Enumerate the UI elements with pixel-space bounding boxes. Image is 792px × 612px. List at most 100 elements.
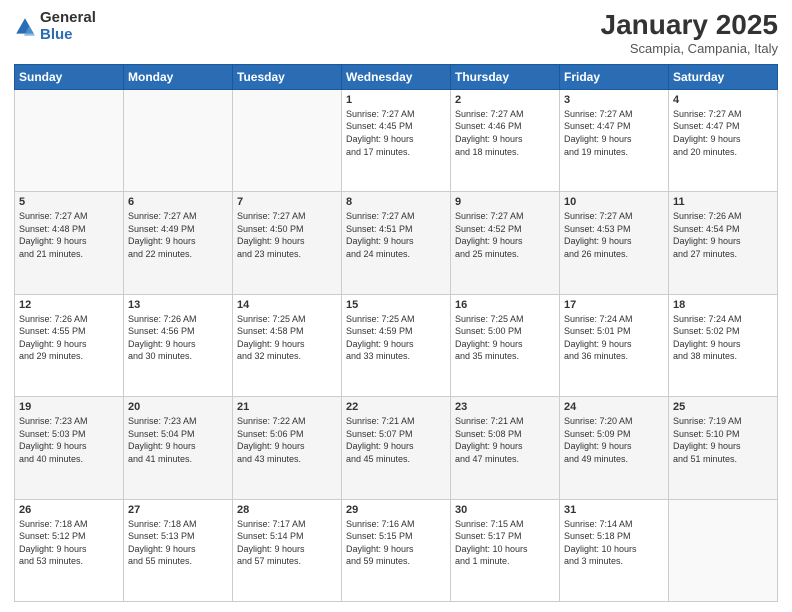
day-info: Sunrise: 7:24 AM Sunset: 5:01 PM Dayligh… [564, 313, 664, 363]
day-info: Sunrise: 7:17 AM Sunset: 5:14 PM Dayligh… [237, 518, 337, 568]
calendar-day-14: 14 Sunrise: 7:25 AM Sunset: 4:58 PM Dayli… [233, 294, 342, 396]
day-info: Sunrise: 7:27 AM Sunset: 4:45 PM Dayligh… [346, 108, 446, 158]
day-header-thursday: Thursday [451, 64, 560, 89]
day-info: Sunrise: 7:23 AM Sunset: 5:04 PM Dayligh… [128, 415, 228, 465]
day-info: Sunrise: 7:25 AM Sunset: 4:59 PM Dayligh… [346, 313, 446, 363]
calendar-day-24: 24 Sunrise: 7:20 AM Sunset: 5:09 PM Dayli… [560, 397, 669, 499]
month-title: January 2025 [601, 10, 778, 41]
day-info: Sunrise: 7:25 AM Sunset: 4:58 PM Dayligh… [237, 313, 337, 363]
day-number: 12 [19, 299, 119, 311]
day-info: Sunrise: 7:14 AM Sunset: 5:18 PM Dayligh… [564, 518, 664, 568]
day-info: Sunrise: 7:27 AM Sunset: 4:46 PM Dayligh… [455, 108, 555, 158]
day-info: Sunrise: 7:25 AM Sunset: 5:00 PM Dayligh… [455, 313, 555, 363]
calendar-day-8: 8 Sunrise: 7:27 AM Sunset: 4:51 PM Daylig… [342, 192, 451, 294]
calendar-day-21: 21 Sunrise: 7:22 AM Sunset: 5:06 PM Dayli… [233, 397, 342, 499]
calendar-day-15: 15 Sunrise: 7:25 AM Sunset: 4:59 PM Dayli… [342, 294, 451, 396]
calendar-day-26: 26Sunrise: 7:18 AM Sunset: 5:12 PM Dayli… [15, 499, 124, 601]
day-number: 25 [673, 401, 773, 413]
calendar-day-2: 2Sunrise: 7:27 AM Sunset: 4:46 PM Daylig… [451, 89, 560, 191]
day-info: Sunrise: 7:21 AM Sunset: 5:07 PM Dayligh… [346, 415, 446, 465]
day-number: 9 [455, 196, 555, 208]
calendar-day-4: 4 Sunrise: 7:27 AM Sunset: 4:47 PM Daylig… [669, 89, 778, 191]
day-info: Sunrise: 7:27 AM Sunset: 4:52 PM Dayligh… [455, 210, 555, 260]
day-info: Sunrise: 7:27 AM Sunset: 4:50 PM Dayligh… [237, 210, 337, 260]
day-number: 11 [673, 196, 773, 208]
logo-icon [14, 16, 36, 38]
calendar-day-16: 16 Sunrise: 7:25 AM Sunset: 5:00 PM Dayli… [451, 294, 560, 396]
day-number: 16 [455, 299, 555, 311]
calendar-day-23: 23 Sunrise: 7:21 AM Sunset: 5:08 PM Dayli… [451, 397, 560, 499]
day-info: Sunrise: 7:16 AM Sunset: 5:15 PM Dayligh… [346, 518, 446, 568]
calendar-empty-cell [124, 89, 233, 191]
day-number: 4 [673, 94, 773, 106]
day-number: 19 [19, 401, 119, 413]
day-info: Sunrise: 7:27 AM Sunset: 4:47 PM Dayligh… [564, 108, 664, 158]
calendar-week-3: 12Sunrise: 7:26 AM Sunset: 4:55 PM Dayli… [15, 294, 778, 396]
day-number: 8 [346, 196, 446, 208]
calendar-day-9: 9 Sunrise: 7:27 AM Sunset: 4:52 PM Daylig… [451, 192, 560, 294]
header: General Blue January 2025 Scampia, Campa… [14, 10, 778, 56]
calendar-day-19: 19 Sunrise: 7:23 AM Sunset: 5:03 PM Dayli… [15, 397, 124, 499]
calendar-week-1: 1 Sunrise: 7:27 AM Sunset: 4:45 PM Daylig… [15, 89, 778, 191]
day-header-tuesday: Tuesday [233, 64, 342, 89]
day-number: 22 [346, 401, 446, 413]
day-info: Sunrise: 7:19 AM Sunset: 5:10 PM Dayligh… [673, 415, 773, 465]
day-number: 18 [673, 299, 773, 311]
logo-blue: Blue [40, 27, 96, 44]
page: General Blue January 2025 Scampia, Campa… [0, 0, 792, 612]
calendar-day-6: 6 Sunrise: 7:27 AM Sunset: 4:49 PM Daylig… [124, 192, 233, 294]
day-info: Sunrise: 7:22 AM Sunset: 5:06 PM Dayligh… [237, 415, 337, 465]
calendar-empty-cell [15, 89, 124, 191]
day-number: 3 [564, 94, 664, 106]
calendar-empty-cell [669, 499, 778, 601]
day-number: 10 [564, 196, 664, 208]
calendar-day-30: 30Sunrise: 7:15 AM Sunset: 5:17 PM Dayli… [451, 499, 560, 601]
location-subtitle: Scampia, Campania, Italy [601, 41, 778, 56]
day-info: Sunrise: 7:27 AM Sunset: 4:51 PM Dayligh… [346, 210, 446, 260]
calendar-day-25: 25 Sunrise: 7:19 AM Sunset: 5:10 PM Dayli… [669, 397, 778, 499]
day-number: 21 [237, 401, 337, 413]
calendar-header-row: SundayMondayTuesdayWednesdayThursdayFrid… [15, 64, 778, 89]
day-header-friday: Friday [560, 64, 669, 89]
calendar-day-5: 5Sunrise: 7:27 AM Sunset: 4:48 PM Daylig… [15, 192, 124, 294]
day-info: Sunrise: 7:27 AM Sunset: 4:48 PM Dayligh… [19, 210, 119, 260]
day-number: 1 [346, 94, 446, 106]
day-info: Sunrise: 7:21 AM Sunset: 5:08 PM Dayligh… [455, 415, 555, 465]
day-number: 13 [128, 299, 228, 311]
calendar-day-10: 10 Sunrise: 7:27 AM Sunset: 4:53 PM Dayli… [560, 192, 669, 294]
day-info: Sunrise: 7:24 AM Sunset: 5:02 PM Dayligh… [673, 313, 773, 363]
day-info: Sunrise: 7:27 AM Sunset: 4:53 PM Dayligh… [564, 210, 664, 260]
calendar-day-20: 20 Sunrise: 7:23 AM Sunset: 5:04 PM Dayli… [124, 397, 233, 499]
calendar-week-2: 5Sunrise: 7:27 AM Sunset: 4:48 PM Daylig… [15, 192, 778, 294]
day-info: Sunrise: 7:20 AM Sunset: 5:09 PM Dayligh… [564, 415, 664, 465]
calendar-table: SundayMondayTuesdayWednesdayThursdayFrid… [14, 64, 778, 602]
calendar-day-27: 27 Sunrise: 7:18 AM Sunset: 5:13 PM Dayli… [124, 499, 233, 601]
day-number: 6 [128, 196, 228, 208]
day-number: 7 [237, 196, 337, 208]
day-header-monday: Monday [124, 64, 233, 89]
calendar-day-1: 1 Sunrise: 7:27 AM Sunset: 4:45 PM Daylig… [342, 89, 451, 191]
day-number: 24 [564, 401, 664, 413]
logo-text: General Blue [40, 10, 96, 43]
day-header-saturday: Saturday [669, 64, 778, 89]
calendar-week-4: 19 Sunrise: 7:23 AM Sunset: 5:03 PM Dayli… [15, 397, 778, 499]
day-number: 14 [237, 299, 337, 311]
calendar-day-3: 3 Sunrise: 7:27 AM Sunset: 4:47 PM Daylig… [560, 89, 669, 191]
day-number: 31 [564, 504, 664, 516]
day-info: Sunrise: 7:27 AM Sunset: 4:47 PM Dayligh… [673, 108, 773, 158]
day-number: 23 [455, 401, 555, 413]
calendar-week-5: 26Sunrise: 7:18 AM Sunset: 5:12 PM Dayli… [15, 499, 778, 601]
day-number: 15 [346, 299, 446, 311]
logo: General Blue [14, 10, 96, 43]
day-info: Sunrise: 7:23 AM Sunset: 5:03 PM Dayligh… [19, 415, 119, 465]
day-number: 27 [128, 504, 228, 516]
day-number: 29 [346, 504, 446, 516]
day-number: 26 [19, 504, 119, 516]
calendar-day-7: 7 Sunrise: 7:27 AM Sunset: 4:50 PM Daylig… [233, 192, 342, 294]
calendar-day-12: 12Sunrise: 7:26 AM Sunset: 4:55 PM Dayli… [15, 294, 124, 396]
day-info: Sunrise: 7:18 AM Sunset: 5:13 PM Dayligh… [128, 518, 228, 568]
day-info: Sunrise: 7:27 AM Sunset: 4:49 PM Dayligh… [128, 210, 228, 260]
day-number: 20 [128, 401, 228, 413]
day-header-sunday: Sunday [15, 64, 124, 89]
day-info: Sunrise: 7:26 AM Sunset: 4:56 PM Dayligh… [128, 313, 228, 363]
